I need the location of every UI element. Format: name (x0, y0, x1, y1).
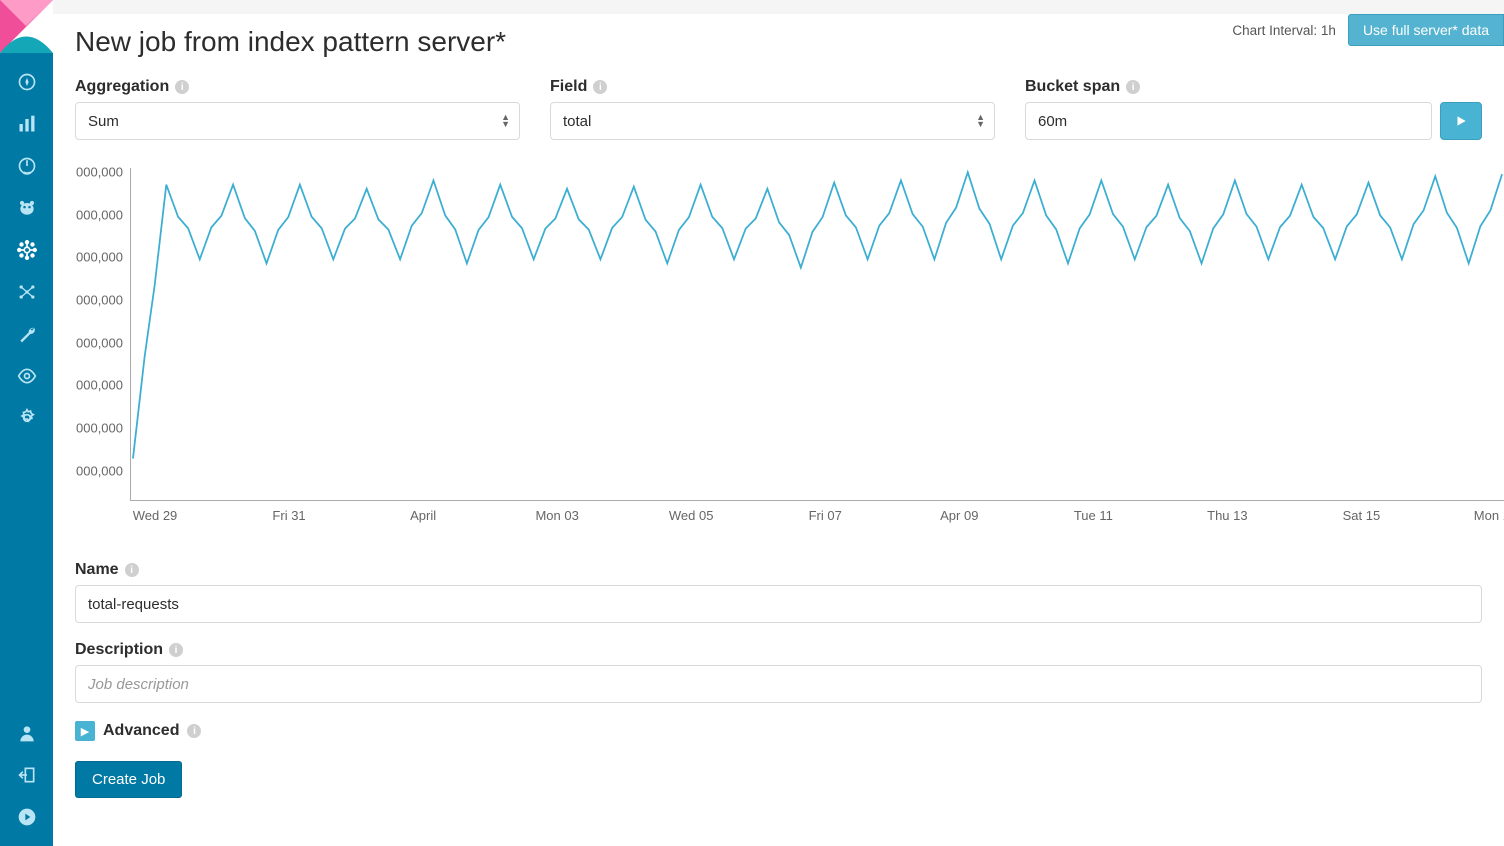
x-tick-label: Wed 05 (669, 508, 714, 523)
logout-icon[interactable] (16, 764, 38, 786)
info-icon[interactable]: i (593, 80, 607, 94)
advanced-toggle[interactable]: ▶ (75, 721, 95, 741)
name-label: Name (75, 561, 119, 579)
y-tick-label: 000,000 (76, 165, 123, 180)
x-tick-label: Fri 07 (809, 508, 842, 523)
y-tick-label: 000,000 (76, 250, 123, 265)
sidebar (0, 0, 53, 846)
use-full-data-button[interactable]: Use full server* data (1348, 14, 1504, 46)
bucket-span-label: Bucket span (1025, 78, 1120, 96)
collapse-icon[interactable] (16, 806, 38, 828)
discover-icon[interactable] (16, 71, 38, 93)
timelion-icon[interactable] (16, 197, 38, 219)
bucket-span-input[interactable] (1025, 102, 1432, 140)
y-tick-label: 000,000 (76, 293, 123, 308)
info-icon[interactable]: i (187, 724, 201, 738)
info-icon[interactable]: i (1126, 80, 1140, 94)
x-tick-label: Mon 17 (1474, 508, 1504, 523)
kibana-logo[interactable] (0, 0, 53, 53)
y-tick-label: 000,000 (76, 335, 123, 350)
aggregation-select[interactable]: Sum (75, 102, 520, 140)
description-label: Description (75, 641, 163, 659)
account-icon[interactable] (16, 722, 38, 744)
x-tick-label: Fri 31 (272, 508, 305, 523)
x-tick-label: Sat 15 (1343, 508, 1381, 523)
main-content: Chart Interval: 1h Use full server* data… (53, 0, 1504, 846)
chart: 000,000 000,000 000,000 000,000 000,000 000,0… (75, 168, 1504, 543)
field-select[interactable]: total (550, 102, 995, 140)
play-button[interactable] (1440, 102, 1482, 140)
x-tick-label: Wed 29 (133, 508, 178, 523)
aggregation-label: Aggregation (75, 78, 169, 96)
visualize-icon[interactable] (16, 113, 38, 135)
dashboard-icon[interactable] (16, 155, 38, 177)
info-icon[interactable]: i (175, 80, 189, 94)
field-label: Field (550, 78, 587, 96)
info-icon[interactable]: i (125, 563, 139, 577)
create-job-button[interactable]: Create Job (75, 761, 182, 798)
x-tick-label: April (410, 508, 436, 523)
management-icon[interactable] (16, 407, 38, 429)
x-tick-label: Apr 09 (940, 508, 978, 523)
info-icon[interactable]: i (169, 643, 183, 657)
chart-interval-label: Chart Interval: 1h (1232, 23, 1336, 38)
y-tick-label: 000,000 (76, 463, 123, 478)
graph-icon[interactable] (16, 281, 38, 303)
y-tick-label: 000,000 (76, 207, 123, 222)
monitoring-icon[interactable] (16, 365, 38, 387)
y-tick-label: 000,000 (76, 421, 123, 436)
x-tick-label: Tue 11 (1074, 508, 1113, 523)
x-tick-label: Mon 03 (535, 508, 578, 523)
devtools-icon[interactable] (16, 323, 38, 345)
name-input[interactable] (75, 585, 1482, 623)
breadcrumb-bar (53, 0, 1504, 14)
advanced-label: Advanced (103, 722, 179, 740)
description-input[interactable] (75, 665, 1482, 703)
y-tick-label: 000,000 (76, 378, 123, 393)
x-tick-label: Thu 13 (1207, 508, 1247, 523)
machinelearning-icon[interactable] (16, 239, 38, 261)
